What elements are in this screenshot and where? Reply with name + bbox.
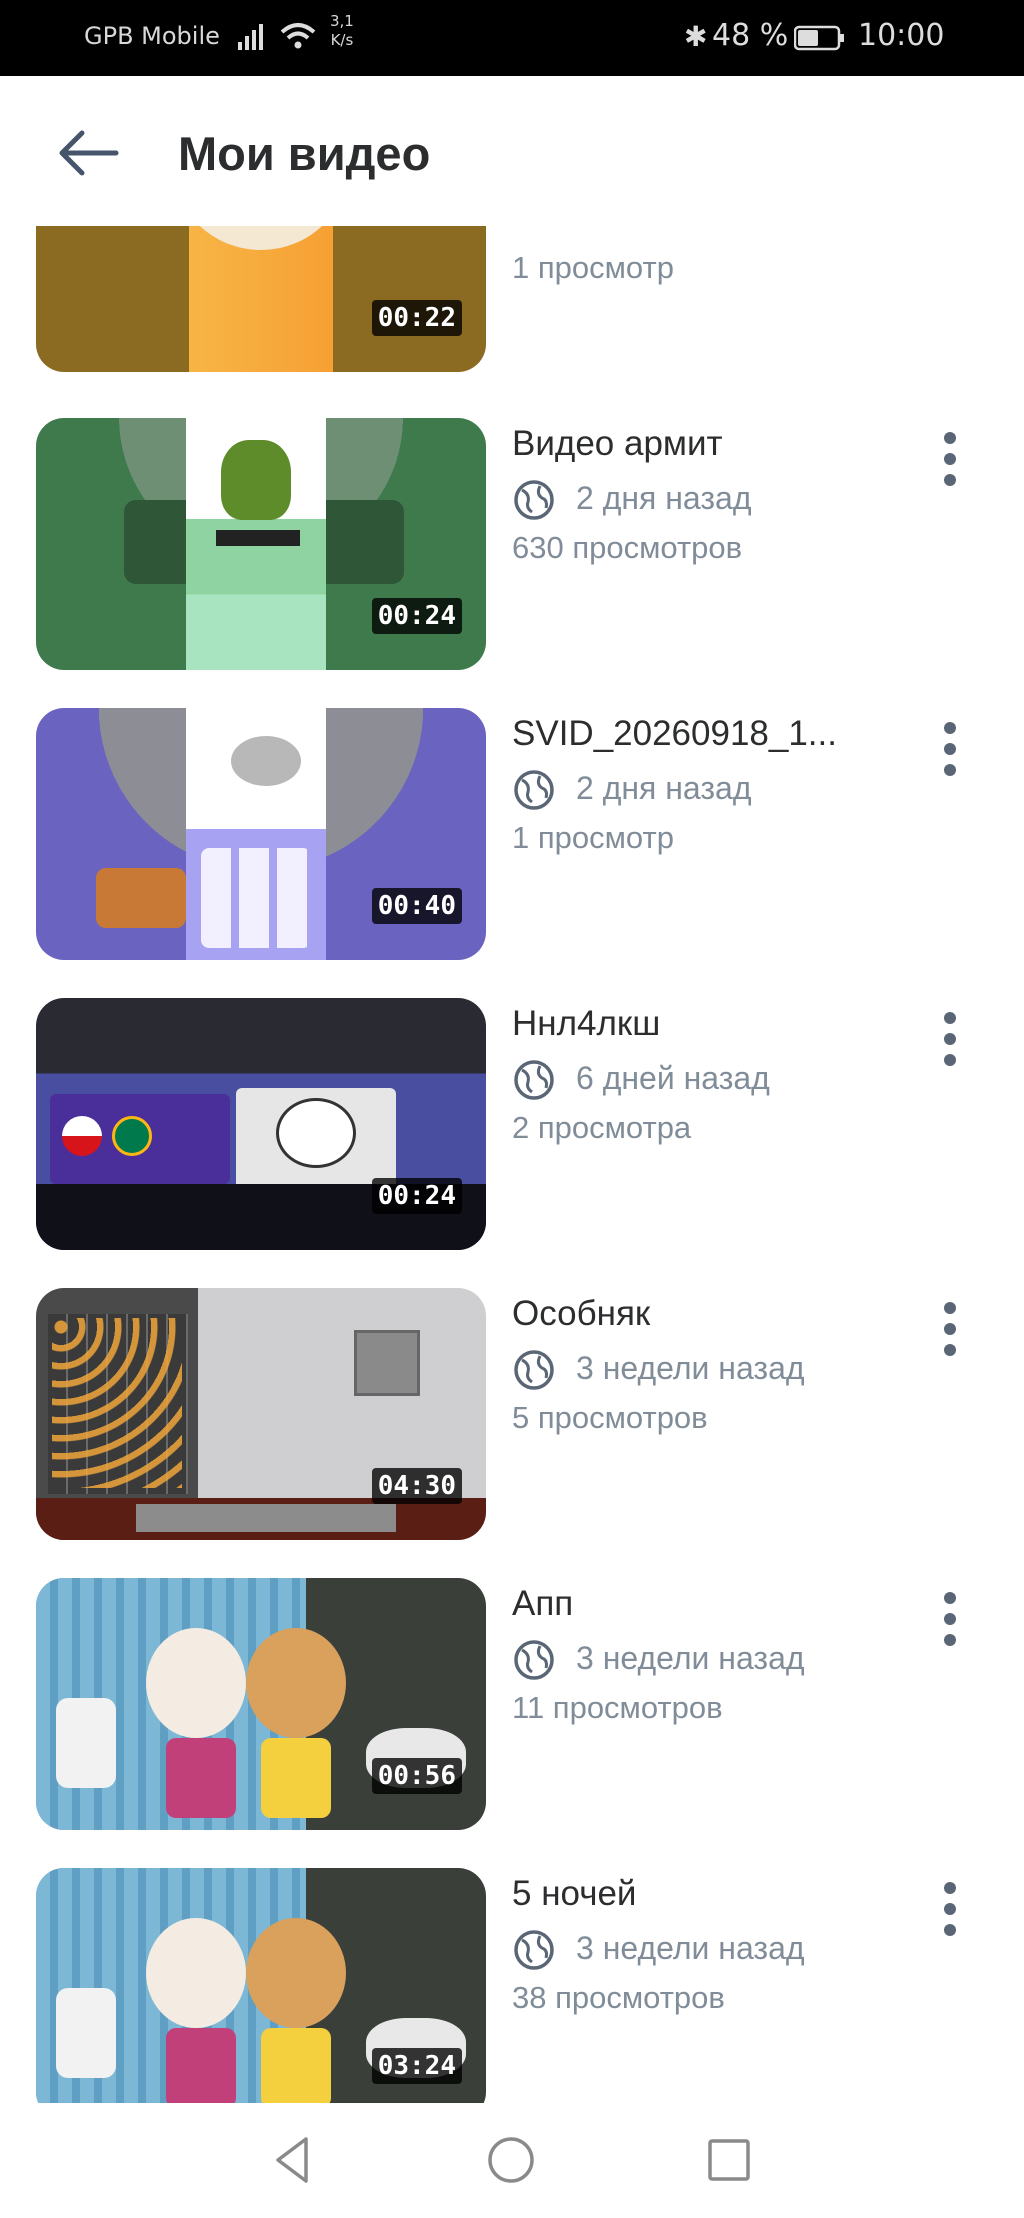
video-title[interactable]: Особняк xyxy=(512,1294,872,1334)
signal-icon xyxy=(238,24,263,50)
video-duration: 00:40 xyxy=(371,888,462,924)
status-bar: GPB Mobile 3,1 K/s ✱ 48 % 10:00 xyxy=(0,0,1024,76)
video-title[interactable]: 5 ночей xyxy=(512,1874,872,1914)
page-title: Мои видео xyxy=(178,127,431,180)
video-title[interactable]: SVID_20260918_1... xyxy=(512,714,872,754)
battery-percent: 48 % xyxy=(712,18,789,53)
globe-icon xyxy=(514,770,554,810)
video-title[interactable]: Ннл4лкш xyxy=(512,1004,872,1044)
video-duration: 03:24 xyxy=(371,2048,462,2084)
video-views: 11 просмотров xyxy=(512,1690,723,1725)
video-views: 38 просмотров xyxy=(512,1980,725,2015)
nav-home-icon[interactable] xyxy=(484,2133,538,2187)
video-item[interactable]: 03:24 5 ночей 3 недели назад 38 просмотр… xyxy=(0,1868,1024,2103)
video-duration: 00:24 xyxy=(371,1178,462,1214)
video-thumbnail[interactable]: 03:24 xyxy=(36,1868,486,2103)
battery-icon xyxy=(794,25,844,51)
video-item[interactable]: 00:40 SVID_20260918_1... 2 дня назад 1 п… xyxy=(0,708,1024,960)
video-item[interactable]: 04:30 Особняк 3 недели назад 5 просмотро… xyxy=(0,1288,1024,1540)
nav-back-icon[interactable] xyxy=(266,2133,320,2187)
speed-value: 3,1 xyxy=(330,12,354,30)
more-vertical-icon[interactable] xyxy=(924,1874,976,1944)
bluetooth-icon: ✱ xyxy=(684,20,708,53)
video-views: 630 просмотров xyxy=(512,530,743,565)
video-duration: 00:22 xyxy=(371,300,462,336)
app-header: Мои видео xyxy=(0,76,1024,226)
video-date: 3 недели назад xyxy=(576,1640,805,1676)
video-list[interactable]: 00:22 1 просмотр 00:24 Видео армит 2 дня… xyxy=(0,226,1024,2103)
more-vertical-icon[interactable] xyxy=(924,1294,976,1364)
video-thumbnail[interactable]: 00:22 xyxy=(36,226,486,372)
globe-icon xyxy=(514,1930,554,1970)
globe-icon xyxy=(514,1640,554,1680)
globe-icon xyxy=(514,480,554,520)
back-icon[interactable] xyxy=(56,120,122,186)
thumbnail-graphic xyxy=(171,226,351,250)
more-vertical-icon[interactable] xyxy=(924,1584,976,1654)
video-date: 6 дней назад xyxy=(576,1060,770,1096)
video-item[interactable]: 00:22 1 просмотр xyxy=(0,226,1024,372)
video-duration: 00:24 xyxy=(371,598,462,634)
video-item[interactable]: 00:56 Апп 3 недели назад 11 просмотров xyxy=(0,1578,1024,1830)
video-title[interactable]: Видео армит xyxy=(512,424,872,464)
nav-recents-icon[interactable] xyxy=(702,2133,756,2187)
globe-icon xyxy=(514,1350,554,1390)
system-nav-bar xyxy=(0,2103,1024,2218)
video-item[interactable]: 00:24 Видео армит 2 дня назад 630 просмо… xyxy=(0,418,1024,670)
carrier-name: GPB Mobile xyxy=(84,22,220,50)
clock: 10:00 xyxy=(858,18,945,53)
video-thumbnail[interactable]: 00:56 xyxy=(36,1578,486,1830)
video-thumbnail[interactable]: 04:30 xyxy=(36,1288,486,1540)
video-thumbnail[interactable]: 00:40 xyxy=(36,708,486,960)
wifi-icon xyxy=(280,23,316,49)
more-vertical-icon[interactable] xyxy=(924,1004,976,1074)
video-duration: 00:56 xyxy=(371,1758,462,1794)
video-views: 1 просмотр xyxy=(512,250,674,285)
more-vertical-icon[interactable] xyxy=(924,424,976,494)
video-thumbnail[interactable]: 00:24 xyxy=(36,418,486,670)
video-date: 2 дня назад xyxy=(576,770,752,806)
video-date: 3 недели назад xyxy=(576,1350,805,1386)
video-title[interactable]: Апп xyxy=(512,1584,872,1624)
video-duration: 04:30 xyxy=(371,1468,462,1504)
video-date: 2 дня назад xyxy=(576,480,752,516)
video-views: 5 просмотров xyxy=(512,1400,708,1435)
globe-icon xyxy=(514,1060,554,1100)
network-speed: 3,1 K/s xyxy=(330,12,354,50)
video-views: 2 просмотра xyxy=(512,1110,692,1145)
video-item[interactable]: 00:24 Ннл4лкш 6 дней назад 2 просмотра xyxy=(0,998,1024,1250)
video-date: 3 недели назад xyxy=(576,1930,805,1966)
more-vertical-icon[interactable] xyxy=(924,714,976,784)
video-thumbnail[interactable]: 00:24 xyxy=(36,998,486,1250)
speed-unit: K/s xyxy=(330,31,354,49)
video-views: 1 просмотр xyxy=(512,820,674,855)
